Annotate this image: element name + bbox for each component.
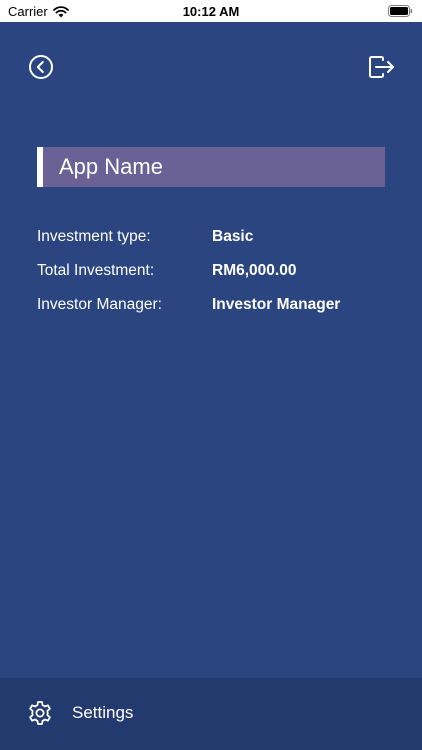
app-name-title: App Name — [59, 154, 163, 179]
detail-row-investment-type: Investment type: Basic — [37, 220, 397, 254]
investment-details: Investment type: Basic Total Investment:… — [37, 220, 397, 322]
bottom-bar: Settings — [0, 678, 422, 750]
status-bar: Carrier 10:12 AM — [0, 0, 422, 22]
battery-icon — [388, 5, 413, 17]
chevron-left-circle-icon — [29, 55, 53, 79]
gear-icon — [29, 701, 51, 725]
settings-button[interactable]: Settings — [26, 698, 133, 728]
logout-icon — [369, 56, 394, 78]
detail-label: Investment type: — [37, 228, 151, 245]
status-time: 10:12 AM — [182, 4, 240, 19]
detail-value: Basic — [212, 228, 254, 245]
detail-label: Total Investment: — [37, 262, 155, 279]
detail-row-total-investment: Total Investment: RM6,000.00 — [37, 254, 397, 288]
detail-label: Investor Manager: — [37, 296, 162, 313]
app-name-banner: App Name — [37, 147, 385, 187]
settings-label: Settings — [72, 703, 134, 722]
detail-row-investor-manager: Investor Manager: Investor Manager — [37, 288, 397, 322]
detail-value: Investor Manager — [212, 296, 341, 313]
back-button[interactable] — [26, 52, 56, 82]
detail-value: RM6,000.00 — [212, 262, 297, 279]
logout-button[interactable] — [366, 52, 396, 82]
